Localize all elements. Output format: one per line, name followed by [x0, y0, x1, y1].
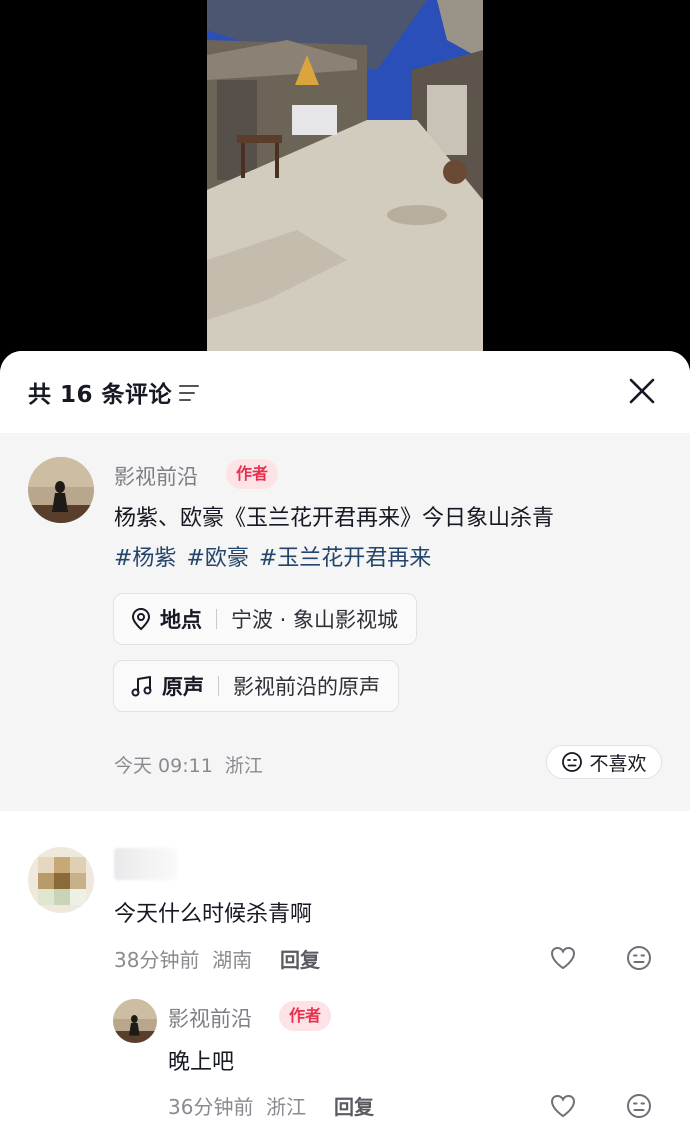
author-name[interactable]: 影视前沿	[114, 461, 198, 491]
reply-time: 36分钟前	[168, 1095, 254, 1119]
post-text: 杨紫、欧豪《玉兰花开君再来》今日象山杀青	[114, 506, 555, 531]
author-avatar-image	[28, 457, 94, 523]
location-chip[interactable]: 地点 宁波 · 象山影视城	[113, 593, 418, 645]
sound-value: 影视前沿的原声	[233, 675, 380, 699]
comment-time: 38分钟前	[114, 948, 200, 972]
dislike-button[interactable]: 不喜欢	[546, 745, 662, 779]
dislike-face-icon[interactable]	[624, 1091, 654, 1121]
reply-text: 晚上吧	[168, 1050, 235, 1075]
location-pin-icon	[131, 607, 151, 631]
comments-sheet: 共 16 条评论 影视前沿 作者 杨紫、欧豪《玉兰花开君再来》今日象山杀青 #杨…	[0, 351, 690, 1140]
comments-header: 共 16 条评论	[0, 351, 690, 433]
location-label: 地点	[160, 608, 202, 632]
author-post: 影视前沿 作者 杨紫、欧豪《玉兰花开君再来》今日象山杀青 #杨紫 #欧豪 #玉兰花开…	[0, 433, 690, 811]
video-still-image	[207, 0, 483, 352]
commenter-avatar[interactable]	[28, 847, 94, 913]
dislike-label: 不喜欢	[589, 752, 647, 775]
reply-button[interactable]: 回复	[334, 1091, 374, 1120]
comment-text: 今天什么时候杀青啊	[114, 902, 313, 927]
sound-label: 原声	[162, 675, 204, 699]
author-badge: 作者	[226, 459, 279, 489]
commenter-name-redacted	[114, 848, 178, 880]
chip-divider	[218, 676, 219, 696]
dislike-face-icon[interactable]	[624, 943, 654, 973]
comment-count-title: 共 16 条评论	[28, 382, 173, 408]
location-value: 宁波 · 象山影视城	[231, 608, 399, 632]
close-icon[interactable]	[624, 373, 660, 409]
reply-button[interactable]: 回复	[280, 944, 320, 973]
sort-filter-icon[interactable]	[178, 383, 200, 403]
post-meta: 今天 09:11 浙江	[114, 751, 263, 778]
comment-meta: 38分钟前 湖南	[114, 944, 252, 973]
music-note-icon	[131, 676, 152, 697]
comment-region: 湖南	[212, 948, 253, 972]
hashtag-link[interactable]: #杨紫	[114, 546, 176, 571]
reply-author-badge: 作者	[279, 1001, 332, 1031]
hashtag-link[interactable]: #欧豪	[186, 546, 248, 571]
hashtag-link[interactable]: #玉兰花开君再来	[259, 546, 431, 571]
like-heart-icon[interactable]	[548, 1091, 578, 1121]
sound-chip[interactable]: 原声 影视前沿的原声	[113, 660, 399, 712]
reply-author-name[interactable]: 影视前沿	[168, 1003, 252, 1033]
reply-meta: 36分钟前 浙江	[168, 1091, 306, 1120]
video-frame[interactable]	[207, 0, 483, 352]
like-heart-icon[interactable]	[548, 943, 578, 973]
reply-author-avatar-image	[113, 999, 157, 1043]
unhappy-face-icon	[562, 752, 583, 772]
commenter-avatar-image	[28, 847, 94, 913]
reply-region: 浙江	[266, 1095, 307, 1119]
chip-divider	[216, 609, 217, 629]
reply-author-avatar[interactable]	[113, 999, 157, 1043]
hashtag-list: #杨紫 #欧豪 #玉兰花开君再来	[114, 539, 441, 579]
post-region: 浙江	[224, 755, 263, 777]
author-avatar[interactable]	[28, 457, 94, 523]
post-time: 今天 09:11	[114, 755, 213, 777]
video-player[interactable]	[0, 0, 690, 352]
